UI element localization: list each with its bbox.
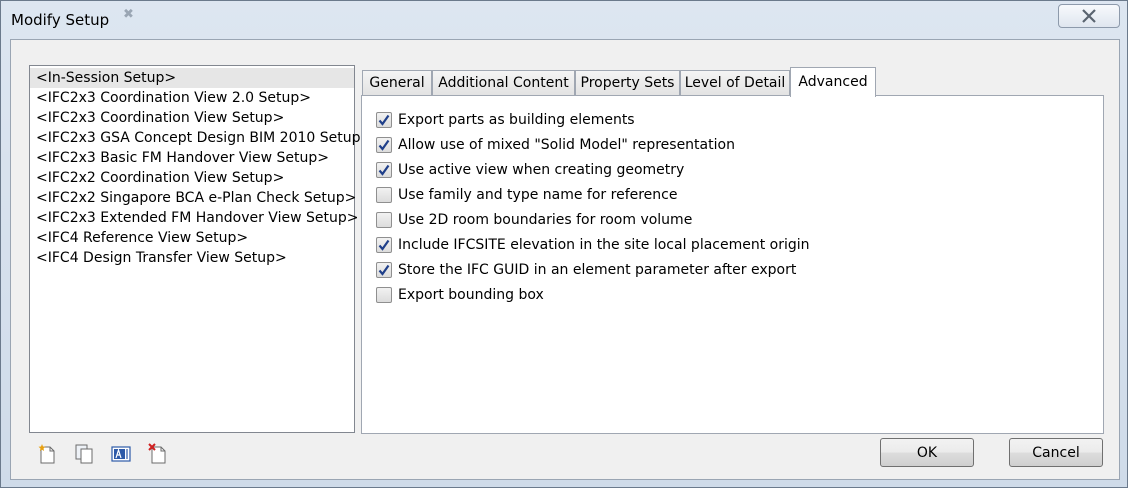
setup-list-item[interactable]: <IFC2x3 Coordination View 2.0 Setup> <box>30 88 354 108</box>
setup-list-item[interactable]: <IFC4 Design Transfer View Setup> <box>30 248 354 268</box>
option-label: Export parts as building elements <box>398 112 635 128</box>
setup-list-item[interactable]: <IFC2x2 Singapore BCA e-Plan Check Setup… <box>30 188 356 208</box>
option-label: Store the IFC GUID in an element paramet… <box>398 262 797 278</box>
tab-property-sets[interactable]: Property Sets <box>575 70 680 96</box>
setup-list-item[interactable]: <IFC4 Reference View Setup> <box>30 228 354 248</box>
option-row[interactable]: Include IFCSITE elevation in the site lo… <box>376 235 810 255</box>
cancel-button[interactable]: Cancel <box>1009 438 1103 467</box>
setup-list-item[interactable]: <IFC2x3 Basic FM Handover View Setup> <box>30 148 354 168</box>
setup-list-item[interactable]: <IFC2x2 Coordination View Setup> <box>30 168 354 188</box>
window-title: Modify Setup <box>11 11 110 29</box>
checkbox-checked[interactable] <box>376 162 392 178</box>
modify-setup-dialog: Modify Setup ✖ <In-Session Setup> <IFC2x3… <box>0 0 1128 488</box>
ok-button[interactable]: OK <box>880 438 974 467</box>
dialog-body: <In-Session Setup> <IFC2x3 Coordination V… <box>10 39 1120 480</box>
rename-setup-button[interactable] <box>109 444 133 468</box>
setup-list-item[interactable]: <IFC2x3 GSA Concept Design BIM 2010 Setu… <box>30 128 372 148</box>
tab-general[interactable]: General <box>362 70 432 96</box>
setup-list[interactable]: <In-Session Setup> <IFC2x3 Coordination V… <box>29 65 372 433</box>
tab-additional-content[interactable]: Additional Content <box>432 70 575 96</box>
option-row[interactable]: Export parts as building elements <box>376 110 635 130</box>
option-row[interactable]: Use family and type name for reference <box>376 185 677 205</box>
close-icon <box>1080 9 1098 23</box>
rename-setup-icon <box>110 443 132 469</box>
advanced-panel: Export parts as building elements Allow u… <box>361 95 1104 434</box>
setup-list-item[interactable]: <IFC2x3 Extended FM Handover View Setup> <box>30 208 358 228</box>
duplicate-setup-button[interactable] <box>72 444 96 468</box>
option-row[interactable]: Use active view when creating geometry <box>376 160 684 180</box>
option-label: Use active view when creating geometry <box>398 162 685 178</box>
option-label: Use 2D room boundaries for room volume <box>398 212 693 228</box>
option-row[interactable]: Store the IFC GUID in an element paramet… <box>376 260 796 280</box>
checkbox-unchecked[interactable] <box>376 287 392 303</box>
checkbox-checked[interactable] <box>376 237 392 253</box>
checkbox-checked[interactable] <box>376 112 392 128</box>
title-bar[interactable]: Modify Setup ✖ <box>1 1 1127 39</box>
checkbox-unchecked[interactable] <box>376 212 392 228</box>
tab-level-of-detail[interactable]: Level of Detail <box>680 70 790 96</box>
delete-setup-icon <box>147 443 169 469</box>
option-label: Export bounding box <box>398 287 544 303</box>
option-row[interactable]: Allow use of mixed "Solid Model" represe… <box>376 135 735 155</box>
checkbox-checked[interactable] <box>376 137 392 153</box>
option-label: Include IFCSITE elevation in the site lo… <box>398 237 810 253</box>
option-row[interactable]: Export bounding box <box>376 285 544 305</box>
setup-list-item[interactable]: <In-Session Setup> <box>30 68 354 88</box>
checkbox-unchecked[interactable] <box>376 187 392 203</box>
title-ghost-icon: ✖ <box>123 7 134 22</box>
checkbox-checked[interactable] <box>376 262 392 278</box>
close-button[interactable] <box>1058 4 1120 28</box>
duplicate-setup-icon <box>73 443 95 469</box>
new-setup-icon <box>36 443 58 469</box>
delete-setup-button[interactable] <box>146 443 170 469</box>
option-label: Allow use of mixed "Solid Model" represe… <box>398 137 735 153</box>
tab-advanced[interactable]: Advanced <box>790 67 876 97</box>
new-setup-button[interactable] <box>35 444 59 468</box>
setup-list-item[interactable]: <IFC2x3 Coordination View Setup> <box>30 108 354 128</box>
option-row[interactable]: Use 2D room boundaries for room volume <box>376 210 692 230</box>
option-label: Use family and type name for reference <box>398 187 678 203</box>
